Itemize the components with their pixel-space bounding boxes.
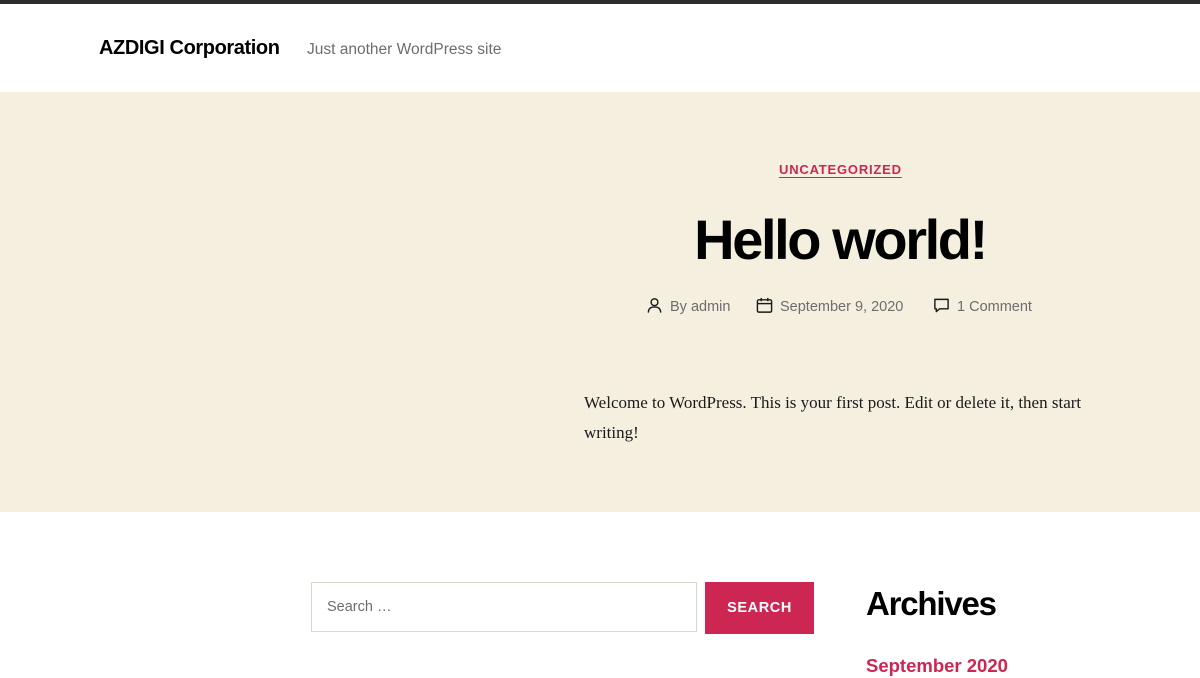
site-description: Just another WordPress site [307, 41, 502, 58]
site-title-link[interactable]: AZDIGI Corporation [99, 37, 280, 60]
user-icon [646, 297, 663, 318]
post-date-link[interactable]: September 9, 2020 [780, 299, 903, 315]
comment-icon [933, 297, 950, 318]
search-button[interactable]: SEARCH [705, 582, 814, 634]
post-comments-link[interactable]: 1 Comment [957, 299, 1032, 315]
post-date: September 9, 2020 [756, 296, 903, 318]
post-title[interactable]: Hello world! [600, 200, 1080, 280]
calendar-icon [756, 297, 773, 318]
archives-widget-title: Archives [866, 585, 997, 622]
search-input[interactable] [311, 582, 697, 632]
post-excerpt: Welcome to WordPress. This is your first… [584, 393, 1082, 442]
archive-link-september-2020[interactable]: September 2020 [866, 654, 1008, 678]
post-author: By admin [646, 296, 730, 318]
category-link[interactable]: UNCATEGORIZED [779, 162, 901, 177]
post-comments: 1 Comment [933, 296, 1032, 318]
site-header: AZDIGI Corporation Just another WordPres… [0, 4, 1200, 92]
post-hero: UNCATEGORIZED Hello world! By admin Sept… [0, 92, 1200, 512]
search-form: SEARCH [311, 582, 814, 634]
post-author-link[interactable]: By admin [670, 299, 730, 315]
